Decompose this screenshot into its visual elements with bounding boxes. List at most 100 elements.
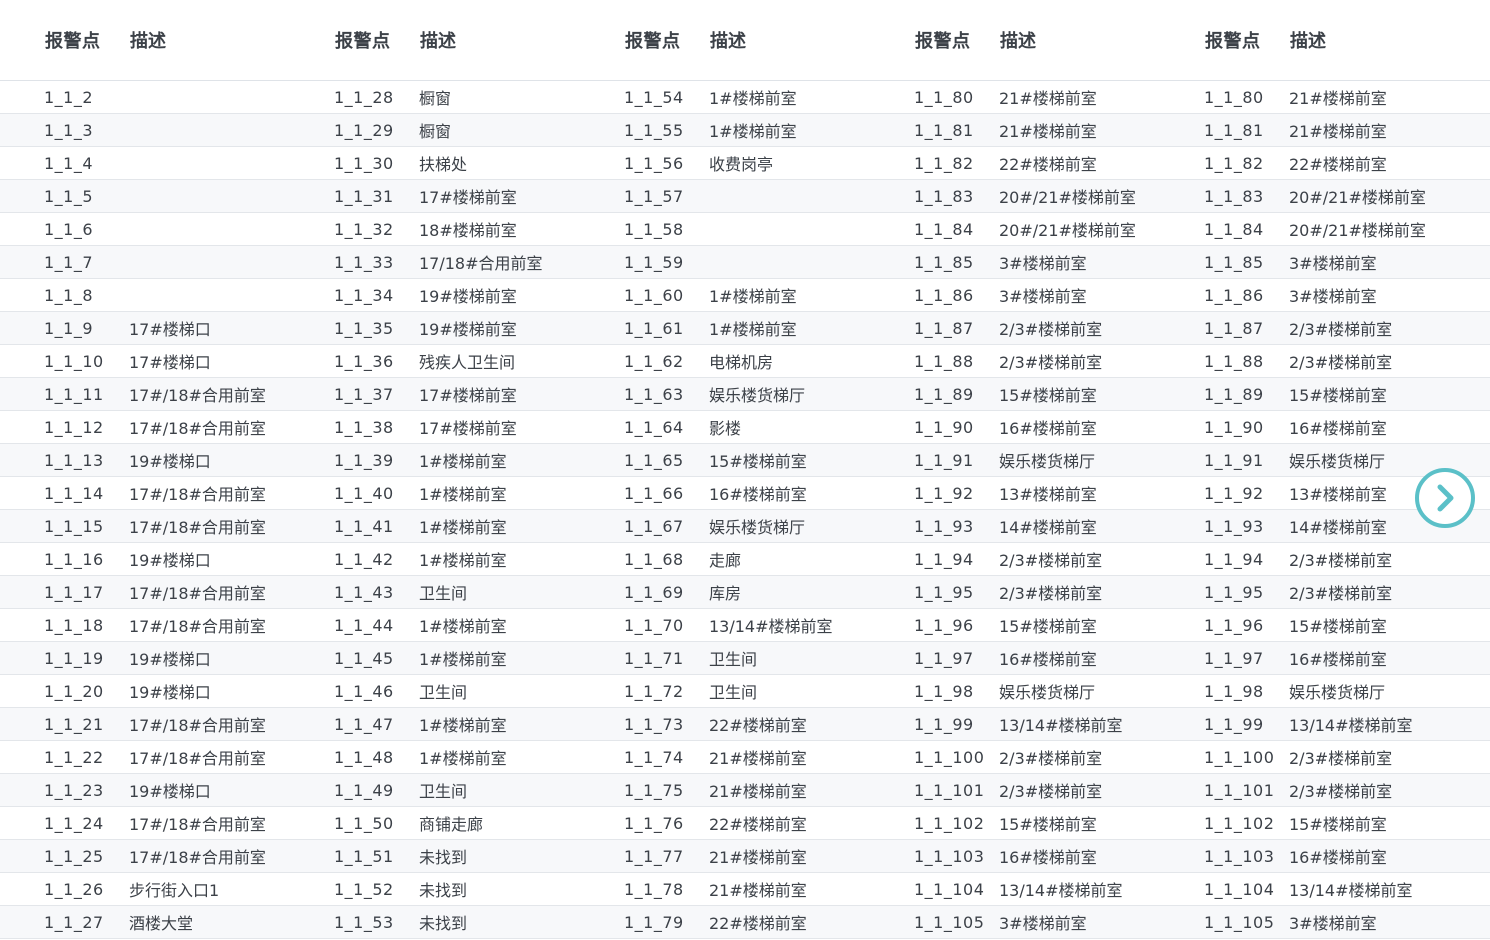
table-row[interactable]: 1_1_9 17#楼梯口 (0, 312, 290, 345)
table-row[interactable]: 1_1_96 15#楼梯前室 (870, 609, 1160, 642)
table-row[interactable]: 1_1_77 21#楼梯前室 (580, 840, 870, 873)
table-row[interactable]: 1_1_84 20#/21#楼梯前室 (1160, 213, 1490, 246)
table-row[interactable]: 1_1_105 3#楼梯前室 (1160, 906, 1490, 939)
table-row[interactable]: 1_1_57 (580, 180, 870, 213)
table-row[interactable]: 1_1_38 17#楼梯前室 (290, 411, 580, 444)
table-row[interactable]: 1_1_87 2/3#楼梯前室 (1160, 312, 1490, 345)
table-row[interactable]: 1_1_7 (0, 246, 290, 279)
table-row[interactable]: 1_1_94 2/3#楼梯前室 (870, 543, 1160, 576)
table-row[interactable]: 1_1_11 17#/18#合用前室 (0, 378, 290, 411)
table-row[interactable]: 1_1_48 1#楼梯前室 (290, 741, 580, 774)
table-row[interactable]: 1_1_66 16#楼梯前室 (580, 477, 870, 510)
table-row[interactable]: 1_1_89 15#楼梯前室 (870, 378, 1160, 411)
table-row[interactable]: 1_1_101 2/3#楼梯前室 (870, 774, 1160, 807)
table-row[interactable]: 1_1_65 15#楼梯前室 (580, 444, 870, 477)
table-row[interactable]: 1_1_35 19#楼梯前室 (290, 312, 580, 345)
table-row[interactable]: 1_1_17 17#/18#合用前室 (0, 576, 290, 609)
table-row[interactable]: 1_1_25 17#/18#合用前室 (0, 840, 290, 873)
table-row[interactable]: 1_1_13 19#楼梯口 (0, 444, 290, 477)
table-row[interactable]: 1_1_55 1#楼梯前室 (580, 114, 870, 147)
table-row[interactable]: 1_1_49 卫生间 (290, 774, 580, 807)
table-row[interactable]: 1_1_53 未找到 (290, 906, 580, 939)
table-row[interactable]: 1_1_103 16#楼梯前室 (1160, 840, 1490, 873)
table-row[interactable]: 1_1_33 17/18#合用前室 (290, 246, 580, 279)
table-row[interactable]: 1_1_52 未找到 (290, 873, 580, 906)
table-row[interactable]: 1_1_102 15#楼梯前室 (870, 807, 1160, 840)
table-row[interactable]: 1_1_12 17#/18#合用前室 (0, 411, 290, 444)
table-row[interactable]: 1_1_83 20#/21#楼梯前室 (870, 180, 1160, 213)
table-row[interactable]: 1_1_29 橱窗 (290, 114, 580, 147)
table-row[interactable]: 1_1_44 1#楼梯前室 (290, 609, 580, 642)
table-row[interactable]: 1_1_88 2/3#楼梯前室 (1160, 345, 1490, 378)
table-row[interactable]: 1_1_101 2/3#楼梯前室 (1160, 774, 1490, 807)
table-row[interactable]: 1_1_72 卫生间 (580, 675, 870, 708)
table-row[interactable]: 1_1_99 13/14#楼梯前室 (1160, 708, 1490, 741)
table-row[interactable]: 1_1_58 (580, 213, 870, 246)
table-row[interactable]: 1_1_46 卫生间 (290, 675, 580, 708)
table-row[interactable]: 1_1_67 娱乐楼货梯厅 (580, 510, 870, 543)
table-row[interactable]: 1_1_81 21#楼梯前室 (1160, 114, 1490, 147)
table-row[interactable]: 1_1_97 16#楼梯前室 (870, 642, 1160, 675)
table-row[interactable]: 1_1_90 16#楼梯前室 (870, 411, 1160, 444)
table-row[interactable]: 1_1_10 17#楼梯口 (0, 345, 290, 378)
table-row[interactable]: 1_1_60 1#楼梯前室 (580, 279, 870, 312)
table-row[interactable]: 1_1_2 (0, 81, 290, 114)
table-row[interactable]: 1_1_94 2/3#楼梯前室 (1160, 543, 1490, 576)
table-row[interactable]: 1_1_84 20#/21#楼梯前室 (870, 213, 1160, 246)
table-row[interactable]: 1_1_36 残疾人卫生间 (290, 345, 580, 378)
table-row[interactable]: 1_1_69 库房 (580, 576, 870, 609)
table-row[interactable]: 1_1_4 (0, 147, 290, 180)
table-row[interactable]: 1_1_78 21#楼梯前室 (580, 873, 870, 906)
table-row[interactable]: 1_1_34 19#楼梯前室 (290, 279, 580, 312)
table-row[interactable]: 1_1_89 15#楼梯前室 (1160, 378, 1490, 411)
table-row[interactable]: 1_1_76 22#楼梯前室 (580, 807, 870, 840)
table-row[interactable]: 1_1_82 22#楼梯前室 (1160, 147, 1490, 180)
table-row[interactable]: 1_1_56 收费岗亭 (580, 147, 870, 180)
table-row[interactable]: 1_1_88 2/3#楼梯前室 (870, 345, 1160, 378)
table-row[interactable]: 1_1_64 影楼 (580, 411, 870, 444)
table-row[interactable]: 1_1_96 15#楼梯前室 (1160, 609, 1490, 642)
table-row[interactable]: 1_1_74 21#楼梯前室 (580, 741, 870, 774)
table-row[interactable]: 1_1_73 22#楼梯前室 (580, 708, 870, 741)
table-row[interactable]: 1_1_32 18#楼梯前室 (290, 213, 580, 246)
table-row[interactable]: 1_1_99 13/14#楼梯前室 (870, 708, 1160, 741)
table-row[interactable]: 1_1_39 1#楼梯前室 (290, 444, 580, 477)
table-row[interactable]: 1_1_3 (0, 114, 290, 147)
table-row[interactable]: 1_1_8 (0, 279, 290, 312)
table-row[interactable]: 1_1_61 1#楼梯前室 (580, 312, 870, 345)
table-row[interactable]: 1_1_86 3#楼梯前室 (870, 279, 1160, 312)
table-row[interactable]: 1_1_50 商铺走廊 (290, 807, 580, 840)
table-row[interactable]: 1_1_14 17#/18#合用前室 (0, 477, 290, 510)
table-row[interactable]: 1_1_28 橱窗 (290, 81, 580, 114)
table-row[interactable]: 1_1_31 17#楼梯前室 (290, 180, 580, 213)
table-row[interactable]: 1_1_104 13/14#楼梯前室 (1160, 873, 1490, 906)
table-row[interactable]: 1_1_82 22#楼梯前室 (870, 147, 1160, 180)
table-row[interactable]: 1_1_41 1#楼梯前室 (290, 510, 580, 543)
table-row[interactable]: 1_1_26 步行街入口1 (0, 873, 290, 906)
table-row[interactable]: 1_1_68 走廊 (580, 543, 870, 576)
table-row[interactable]: 1_1_100 2/3#楼梯前室 (870, 741, 1160, 774)
table-row[interactable]: 1_1_22 17#/18#合用前室 (0, 741, 290, 774)
table-row[interactable]: 1_1_51 未找到 (290, 840, 580, 873)
table-row[interactable]: 1_1_79 22#楼梯前室 (580, 906, 870, 939)
table-row[interactable]: 1_1_71 卫生间 (580, 642, 870, 675)
table-row[interactable]: 1_1_95 2/3#楼梯前室 (1160, 576, 1490, 609)
table-row[interactable]: 1_1_95 2/3#楼梯前室 (870, 576, 1160, 609)
table-row[interactable]: 1_1_15 17#/18#合用前室 (0, 510, 290, 543)
table-row[interactable]: 1_1_23 19#楼梯口 (0, 774, 290, 807)
table-row[interactable]: 1_1_19 19#楼梯口 (0, 642, 290, 675)
table-row[interactable]: 1_1_75 21#楼梯前室 (580, 774, 870, 807)
table-row[interactable]: 1_1_93 14#楼梯前室 (870, 510, 1160, 543)
table-row[interactable]: 1_1_47 1#楼梯前室 (290, 708, 580, 741)
table-row[interactable]: 1_1_102 15#楼梯前室 (1160, 807, 1490, 840)
table-row[interactable]: 1_1_105 3#楼梯前室 (870, 906, 1160, 939)
table-row[interactable]: 1_1_5 (0, 180, 290, 213)
table-row[interactable]: 1_1_104 13/14#楼梯前室 (870, 873, 1160, 906)
table-row[interactable]: 1_1_100 2/3#楼梯前室 (1160, 741, 1490, 774)
table-row[interactable]: 1_1_85 3#楼梯前室 (1160, 246, 1490, 279)
table-row[interactable]: 1_1_92 13#楼梯前室 (870, 477, 1160, 510)
table-row[interactable]: 1_1_98 娱乐楼货梯厅 (1160, 675, 1490, 708)
table-row[interactable]: 1_1_83 20#/21#楼梯前室 (1160, 180, 1490, 213)
table-row[interactable]: 1_1_30 扶梯处 (290, 147, 580, 180)
table-row[interactable]: 1_1_16 19#楼梯口 (0, 543, 290, 576)
